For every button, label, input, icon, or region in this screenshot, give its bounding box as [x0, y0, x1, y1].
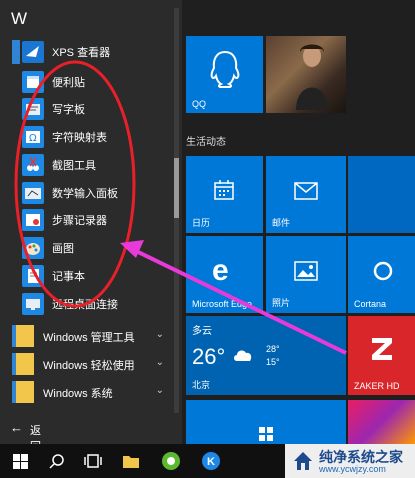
app-label: 写字板	[52, 104, 85, 116]
search-button[interactable]	[40, 444, 74, 478]
app-label: 便利贴	[52, 77, 85, 89]
svg-text:Ω: Ω	[29, 133, 37, 144]
folder-windows-system[interactable]: Windows 系统 ⌄	[12, 379, 168, 405]
wordpad-icon	[22, 98, 44, 120]
start-menu-screen: W XPS 查看器 便利贴 写字板 Ω 字符映射表 截图工具 数学输入面板 步骤…	[0, 0, 415, 478]
app-item-snipping-tool[interactable]: 截图工具	[12, 153, 168, 177]
tile-store[interactable]	[186, 400, 346, 444]
folder-label: Windows 系统	[43, 388, 113, 400]
app-label: 字符映射表	[52, 132, 107, 144]
k-app-icon: K	[202, 452, 220, 470]
tile-label: QQ	[192, 99, 207, 109]
edge-icon: e	[212, 254, 229, 287]
task-view-icon	[84, 454, 102, 468]
tile-edge[interactable]: e Microsoft Edge	[186, 236, 263, 313]
tile-weather[interactable]: 多云 26° 28° 15° 北京	[186, 316, 346, 395]
weather-condition: 多云	[192, 326, 212, 337]
tile-zaker[interactable]: ZAKER HD	[348, 316, 415, 395]
app-item-notepad[interactable]: 记事本	[12, 264, 168, 288]
taskbar-browser[interactable]	[154, 444, 188, 478]
tile-mail[interactable]: 邮件	[266, 156, 346, 233]
app-item-character-map[interactable]: Ω 字符映射表	[12, 125, 168, 149]
person-photo-icon	[296, 44, 328, 110]
section-header-live: 生活动态	[186, 137, 226, 148]
folder-windows-ease-of-access[interactable]: Windows 轻松使用 ⌄	[12, 351, 168, 377]
xps-viewer-icon	[22, 41, 44, 63]
math-input-panel-icon	[22, 182, 44, 204]
snipping-tool-icon	[22, 154, 44, 176]
folder-windows-admin-tools[interactable]: Windows 管理工具 ⌄	[12, 323, 168, 349]
tile-qq[interactable]: QQ	[186, 36, 263, 113]
tile-label: Microsoft Edge	[192, 299, 253, 309]
folder-label: Windows 轻松使用	[43, 360, 135, 372]
tile-label: Cortana	[354, 299, 387, 309]
letter-header-w[interactable]: W	[11, 9, 27, 29]
windows-logo-icon	[13, 454, 28, 469]
character-map-icon: Ω	[22, 126, 44, 148]
folder-icon	[123, 456, 139, 468]
watermark-logo-icon	[294, 452, 312, 470]
cortana-icon	[373, 261, 393, 281]
chevron-down-icon: ⌄	[155, 357, 164, 368]
sticky-notes-icon	[22, 71, 44, 93]
tile-cortana[interactable]: Cortana	[348, 236, 415, 313]
tile-photos[interactable]: 照片	[266, 236, 346, 313]
start-button[interactable]	[4, 444, 38, 478]
app-item-steps-recorder[interactable]: 步骤记录器	[12, 208, 168, 232]
app-item-sticky-notes[interactable]: 便利贴	[12, 70, 168, 94]
cloud-icon	[234, 350, 252, 361]
folder-icon	[12, 325, 34, 347]
app-label: 记事本	[52, 271, 85, 283]
notepad-icon	[22, 265, 44, 287]
watermark-banner: 纯净系统之家 www.ycwjzy.com	[285, 444, 415, 478]
tile-label: 邮件	[272, 218, 291, 228]
zaker-logo-icon	[372, 338, 392, 360]
folder-label: Windows 管理工具	[43, 332, 135, 344]
all-apps-list: W XPS 查看器 便利贴 写字板 Ω 字符映射表 截图工具 数学输入面板 步骤…	[0, 0, 172, 453]
tile-label: 日历	[192, 218, 211, 228]
scrollbar-thumb[interactable]	[174, 158, 179, 218]
app-label: 远程桌面连接	[52, 299, 118, 311]
weather-city: 北京	[192, 380, 211, 390]
app-item-math-input[interactable]: 数学输入面板	[12, 181, 168, 205]
chevron-down-icon: ⌄	[155, 385, 164, 396]
app-item-xps-viewer[interactable]: XPS 查看器	[12, 40, 168, 64]
weather-high: 28°	[266, 344, 280, 354]
tile-label: 照片	[272, 298, 291, 308]
app-label: 数学输入面板	[52, 188, 118, 200]
weather-low: 15°	[266, 357, 280, 367]
task-view-button[interactable]	[76, 444, 110, 478]
folder-icon	[12, 353, 34, 375]
tile-candy-game[interactable]	[348, 400, 415, 444]
taskbar-k-app[interactable]: K	[194, 444, 228, 478]
app-item-paint[interactable]: 画图	[12, 236, 168, 260]
folder-icon	[12, 381, 34, 403]
taskbar-file-explorer[interactable]	[114, 444, 148, 478]
tile-photo-live[interactable]	[266, 36, 346, 113]
chevron-down-icon: ⌄	[155, 329, 164, 340]
back-arrow-icon: ←	[10, 420, 23, 435]
tile-calendar[interactable]: 日历	[186, 156, 263, 233]
svg-text:K: K	[207, 456, 215, 468]
qq-penguin-icon	[210, 50, 240, 88]
paint-icon	[22, 237, 44, 259]
store-icon	[259, 427, 273, 441]
calendar-icon	[214, 180, 234, 200]
mail-icon	[294, 182, 318, 200]
app-label: 步骤记录器	[52, 215, 107, 227]
app-item-remote-desktop[interactable]: 远程桌面连接	[12, 292, 168, 316]
tile-label: ZAKER HD	[354, 381, 400, 391]
steps-recorder-icon	[22, 209, 44, 231]
app-label: 截图工具	[52, 160, 96, 172]
app-label: 画图	[52, 243, 74, 255]
app-label: XPS 查看器	[52, 47, 111, 59]
browser-icon	[162, 452, 180, 470]
tile-partial[interactable]	[348, 156, 415, 233]
search-icon	[49, 454, 64, 469]
remote-desktop-icon	[22, 293, 44, 315]
weather-temperature: 26°	[192, 344, 226, 369]
photos-icon	[294, 261, 318, 281]
watermark-url: www.ycwjzy.com	[319, 464, 386, 474]
app-item-wordpad[interactable]: 写字板	[12, 97, 168, 121]
